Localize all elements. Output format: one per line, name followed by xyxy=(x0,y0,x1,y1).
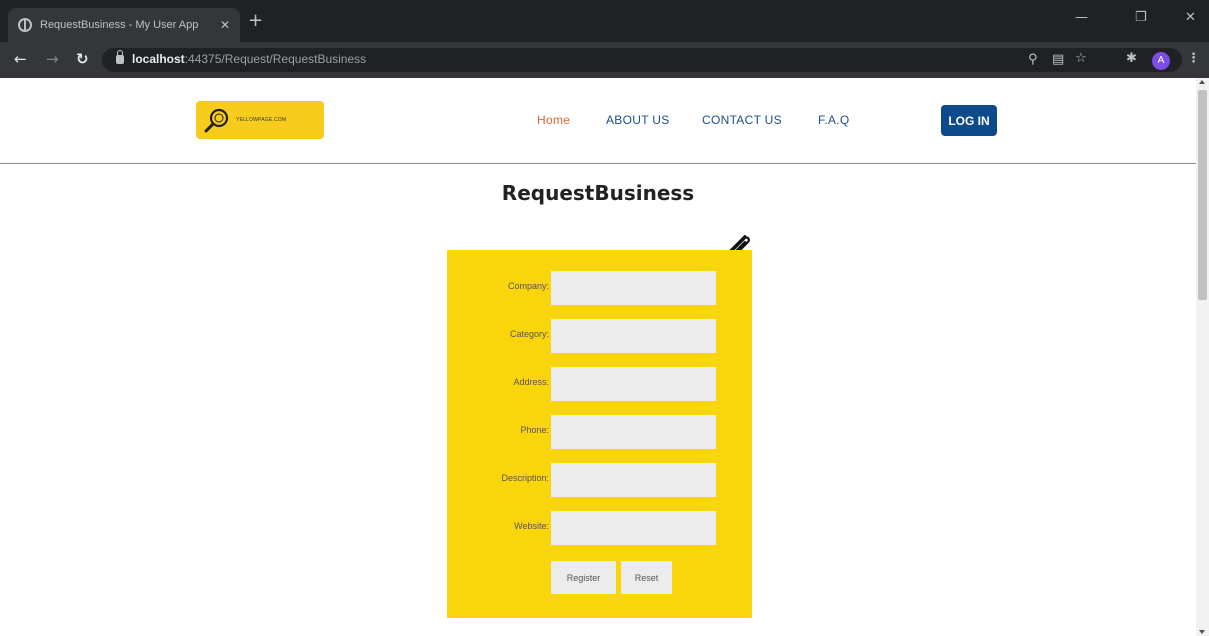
website-label: Website: xyxy=(514,521,549,531)
phone-label: Phone: xyxy=(520,425,549,435)
description-label: Description: xyxy=(501,473,549,483)
nav-about-us[interactable]: ABOUT US xyxy=(606,113,670,127)
site-logo[interactable]: YELLOWPAGE.COM xyxy=(196,101,324,139)
minimize-icon[interactable]: — xyxy=(1075,10,1088,25)
browser-tab[interactable]: RequestBusiness - My User App ✕ xyxy=(8,8,240,42)
phone-input[interactable] xyxy=(551,415,716,449)
logo-text: YELLOWPAGE.COM xyxy=(236,117,287,123)
nav-home[interactable]: Home xyxy=(537,113,570,127)
register-button[interactable]: Register xyxy=(551,561,616,594)
url-host: localhost xyxy=(132,52,185,66)
page-scrollbar[interactable] xyxy=(1196,78,1209,636)
form-row-address: Address: xyxy=(447,367,752,401)
login-button[interactable]: LOG IN xyxy=(941,105,997,136)
reader-mode-icon[interactable]: ▤ xyxy=(1052,53,1064,67)
form-row-phone: Phone: xyxy=(447,415,752,449)
nav-contact-us[interactable]: CONTACT US xyxy=(702,113,782,127)
browser-toolbar: ← → ↻ localhost:44375/Request/RequestBus… xyxy=(0,42,1209,78)
close-icon[interactable]: ✕ xyxy=(220,18,230,32)
page-viewport: YELLOWPAGE.COM Home ABOUT US CONTACT US … xyxy=(0,78,1196,636)
company-input[interactable] xyxy=(551,271,716,305)
company-label: Company: xyxy=(507,281,549,291)
page-title: RequestBusiness xyxy=(501,181,695,205)
scroll-down-icon[interactable] xyxy=(1199,630,1205,634)
address-bar[interactable]: localhost:44375/Request/RequestBusiness … xyxy=(102,48,1182,72)
tab-title: RequestBusiness - My User App xyxy=(40,19,199,31)
form-row-website: Website: xyxy=(447,511,752,545)
url-path: :44375/Request/RequestBusiness xyxy=(184,52,367,66)
bookmark-star-icon[interactable]: ☆ xyxy=(1075,52,1087,66)
browser-tab-strip: RequestBusiness - My User App ✕ + — ❐ ✕ xyxy=(0,0,1209,42)
menu-icon[interactable]: ⋮ xyxy=(1187,52,1200,66)
category-input[interactable] xyxy=(551,319,716,353)
nav-faq[interactable]: F.A.Q xyxy=(818,113,850,127)
scroll-up-icon[interactable] xyxy=(1199,80,1205,84)
form-row-company: Company: xyxy=(447,271,752,305)
website-input[interactable] xyxy=(551,511,716,545)
scroll-thumb[interactable] xyxy=(1198,90,1207,300)
window-close-icon[interactable]: ✕ xyxy=(1185,10,1196,25)
back-icon[interactable]: ← xyxy=(14,50,27,68)
lock-icon xyxy=(116,50,124,64)
request-business-form: Company: Category: Address: Phone: Descr… xyxy=(447,250,752,618)
new-tab-icon[interactable]: + xyxy=(248,12,263,30)
magnifier-logo-icon xyxy=(204,108,229,133)
address-label: Address: xyxy=(513,377,549,387)
address-input[interactable] xyxy=(551,367,716,401)
description-input[interactable] xyxy=(551,463,716,497)
profile-avatar[interactable]: A xyxy=(1152,52,1170,70)
category-label: Category: xyxy=(509,329,549,339)
extensions-icon[interactable]: ✱ xyxy=(1126,52,1137,66)
forward-icon[interactable]: → xyxy=(46,50,59,68)
maximize-icon[interactable]: ❐ xyxy=(1135,10,1147,25)
globe-icon xyxy=(18,18,32,32)
url-text: localhost:44375/Request/RequestBusiness xyxy=(132,52,366,66)
form-row-category: Category: xyxy=(447,319,752,353)
zoom-icon[interactable]: ⚲ xyxy=(1028,53,1038,67)
reload-icon[interactable]: ↻ xyxy=(76,50,89,68)
form-row-description: Description: xyxy=(447,463,752,497)
site-header: YELLOWPAGE.COM Home ABOUT US CONTACT US … xyxy=(0,78,1196,164)
reset-button[interactable]: Reset xyxy=(621,561,672,594)
